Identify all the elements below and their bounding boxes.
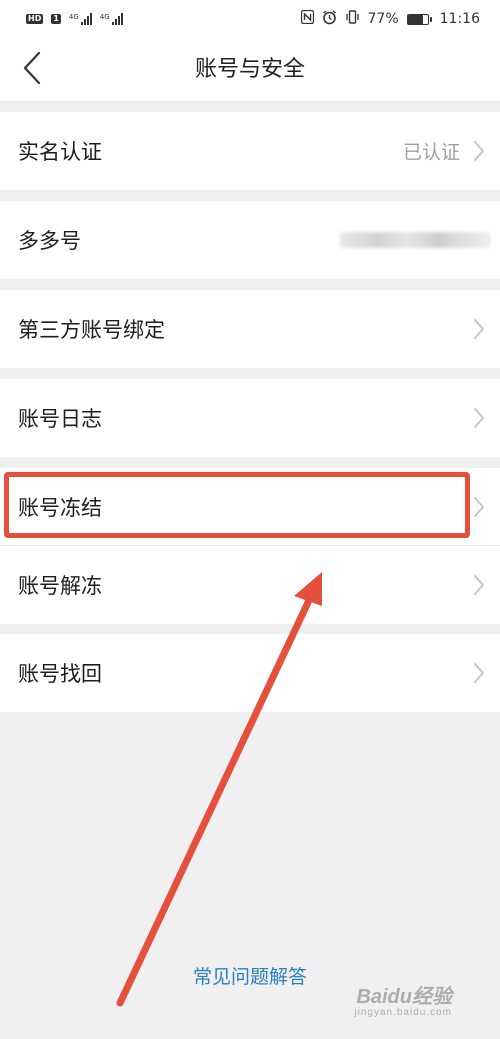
menu-item-account-freeze[interactable]: 账号冻结 [0, 468, 500, 546]
chevron-right-icon [474, 141, 484, 161]
menu-item-real-name[interactable]: 实名认证 已认证 [0, 112, 500, 190]
vibrate-icon [345, 10, 360, 28]
menu-item-account-log[interactable]: 账号日志 [0, 379, 500, 457]
menu-item-label: 账号日志 [18, 407, 102, 431]
menu-item-account-unfreeze[interactable]: 账号解冻 [0, 546, 500, 624]
menu-item-label: 账号找回 [18, 662, 102, 686]
chevron-right-icon [474, 663, 484, 683]
menu-item-label: 实名认证 [18, 140, 102, 164]
status-bar: HD 1 4G 4G 77% 11:16 [0, 0, 500, 38]
nfc-icon [300, 9, 314, 28]
menu-item-label: 多多号 [18, 229, 81, 253]
hd-badge: HD [26, 14, 44, 24]
nav-bar: 账号与安全 [0, 38, 500, 102]
blurred-id-value [340, 232, 490, 248]
status-bar-left: HD 1 4G 4G [26, 13, 123, 25]
page-title: 账号与安全 [194, 57, 305, 82]
chevron-left-icon [22, 51, 42, 89]
chevron-right-icon [474, 497, 484, 517]
signal-1-type: 4G [68, 13, 79, 21]
alarm-icon [322, 9, 337, 29]
status-bar-right: 77% 11:16 [300, 9, 480, 29]
menu-item-account-recovery[interactable]: 账号找回 [0, 634, 500, 712]
battery-percent: 77% [367, 11, 399, 27]
chevron-right-icon [474, 319, 484, 339]
faq-link[interactable]: 常见问题解答 [0, 962, 500, 989]
watermark-sub: jingyan.baidu.com [354, 1007, 452, 1018]
chevron-right-icon [474, 575, 484, 595]
menu-item-label: 账号解冻 [18, 574, 102, 598]
signal-2-icon: 4G [100, 13, 123, 25]
signal-1-icon: 4G [69, 13, 92, 25]
sim1-badge: 1 [51, 14, 61, 24]
menu-item-label: 第三方账号绑定 [18, 318, 165, 342]
chevron-right-icon [474, 408, 484, 428]
status-time: 11:16 [439, 11, 480, 27]
menu-item-label: 账号冻结 [18, 496, 102, 520]
real-name-status: 已认证 [402, 141, 460, 164]
battery-icon [406, 13, 432, 25]
menu-item-duoduo-id[interactable]: 多多号 [0, 201, 500, 279]
menu-item-third-party-binding[interactable]: 第三方账号绑定 [0, 290, 500, 368]
back-button[interactable] [12, 48, 52, 92]
signal-2-type: 4G [99, 13, 110, 21]
